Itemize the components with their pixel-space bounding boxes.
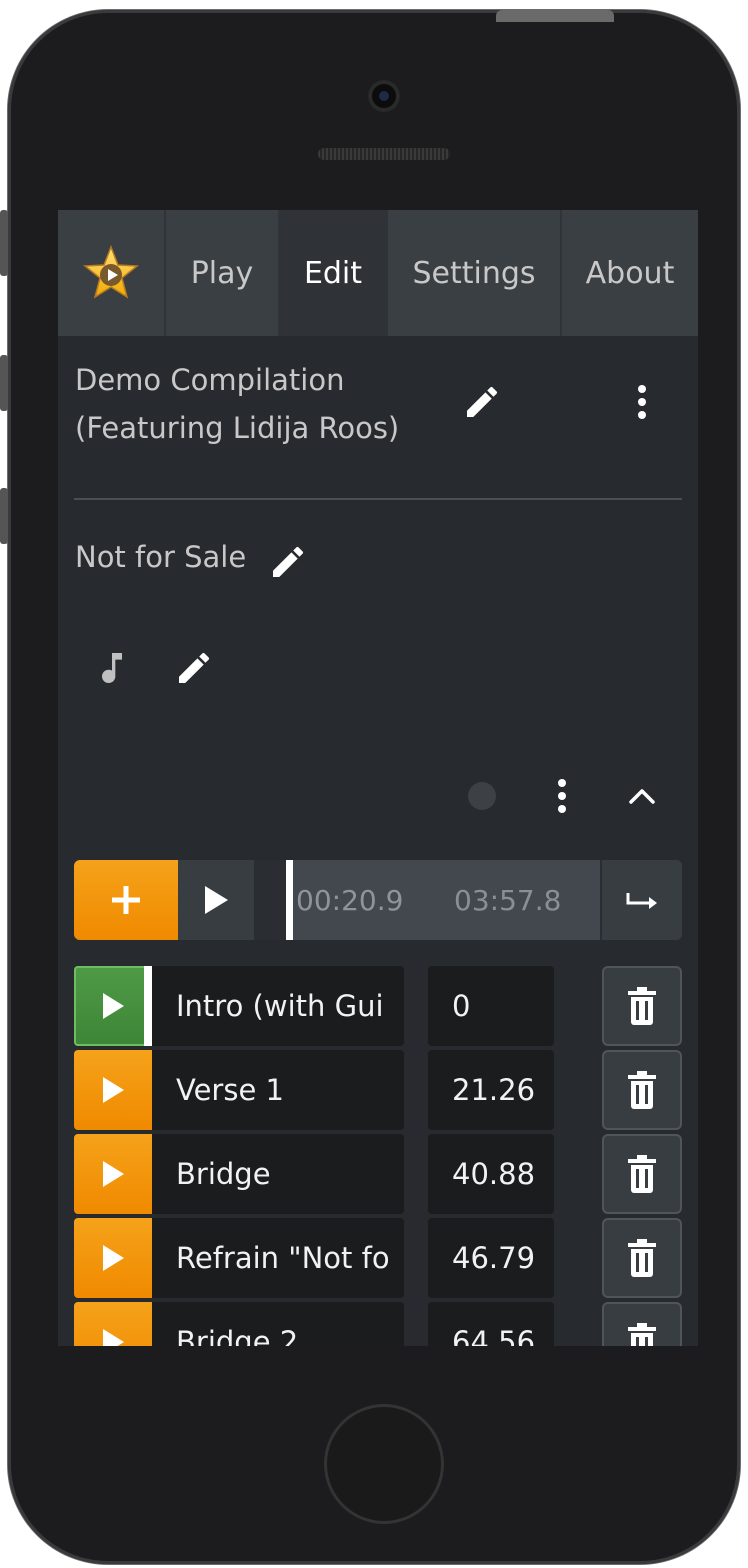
app-screen: Play Edit Settings About Demo Compilatio…: [58, 210, 698, 1346]
earpiece-speaker: [318, 148, 450, 160]
pencil-icon: [273, 546, 304, 577]
position-time: 00:20.9: [296, 884, 404, 917]
delete-cue-button[interactable]: [602, 1218, 682, 1298]
delete-cue-button[interactable]: [602, 1134, 682, 1214]
nav-settings[interactable]: Settings: [388, 210, 562, 336]
cue-time[interactable]: 40.88: [428, 1134, 554, 1214]
collapse-button[interactable]: [620, 774, 664, 818]
cue-menu-button[interactable]: [542, 774, 582, 818]
play-icon: [103, 1161, 124, 1187]
play-icon: [103, 1245, 124, 1271]
vertical-dots-icon: [558, 779, 566, 813]
return-arrow-icon: [626, 893, 657, 909]
active-cue-marker: [144, 966, 152, 1046]
progress-thumb[interactable]: [286, 860, 293, 940]
compilation-menu-button[interactable]: [618, 376, 666, 428]
trash-icon: [628, 987, 656, 1025]
cue-time[interactable]: 64.56: [428, 1302, 554, 1346]
delete-cue-button[interactable]: [602, 966, 682, 1046]
star-play-logo-icon: [82, 245, 140, 299]
front-camera: [368, 80, 400, 112]
progress-bar[interactable]: 00:20.9 03:57.8: [256, 860, 602, 940]
cue-play-button[interactable]: [74, 1302, 152, 1346]
compilation-title-line1: Demo Compilation: [75, 363, 345, 397]
trash-icon: [628, 1071, 656, 1109]
cue-row: Refrain "Not fo 46.79: [74, 1218, 682, 1298]
home-button[interactable]: [324, 1404, 444, 1524]
chevron-up-icon: [629, 789, 655, 804]
cue-time[interactable]: 21.26: [428, 1050, 554, 1130]
volume-down-button: [0, 488, 8, 544]
delete-cue-button[interactable]: [602, 1302, 682, 1346]
circle-indicator-icon: [468, 782, 496, 810]
nav-about[interactable]: About: [562, 210, 698, 336]
cue-play-button[interactable]: [74, 966, 152, 1046]
vertical-dots-icon: [638, 385, 646, 419]
trash-icon: [628, 1239, 656, 1277]
music-note-icon: [102, 653, 122, 684]
trash-icon: [628, 1155, 656, 1193]
next-cue-button[interactable]: [602, 860, 682, 940]
edit-track-title-button[interactable]: [264, 538, 312, 586]
cue-time[interactable]: 0: [428, 966, 554, 1046]
nav-edit[interactable]: Edit: [280, 210, 388, 336]
cue-play-button[interactable]: [74, 1134, 152, 1214]
edit-compilation-button[interactable]: [456, 376, 508, 428]
mute-switch: [0, 210, 8, 276]
cue-time[interactable]: 46.79: [428, 1218, 554, 1298]
compilation-title: Demo Compilation (Featuring Lidija Roos): [75, 356, 435, 452]
nav-play[interactable]: Play: [166, 210, 280, 336]
play-icon: [103, 1329, 124, 1346]
compilation-title-line2: (Featuring Lidija Roos): [75, 411, 400, 445]
cue-name[interactable]: Bridge 2: [152, 1302, 404, 1346]
plus-icon: [112, 886, 140, 914]
cue-name[interactable]: Intro (with Gui: [152, 966, 404, 1046]
navbar: Play Edit Settings About: [58, 210, 698, 336]
music-note-button[interactable]: [92, 644, 132, 692]
pencil-icon: [179, 652, 210, 683]
play-icon: [103, 1077, 124, 1103]
track-title: Not for Sale: [75, 540, 247, 574]
cue-play-button[interactable]: [74, 1218, 152, 1298]
play-button[interactable]: [178, 860, 256, 940]
delete-cue-button[interactable]: [602, 1050, 682, 1130]
progress-fill: [256, 860, 286, 940]
nav-logo[interactable]: [58, 210, 166, 336]
trash-icon: [628, 1323, 656, 1346]
edit-media-button[interactable]: [170, 644, 218, 692]
play-icon: [205, 886, 228, 914]
add-cue-button[interactable]: [74, 860, 178, 940]
cue-row: Bridge 2 64.56: [74, 1302, 682, 1346]
cue-name[interactable]: Bridge: [152, 1134, 404, 1214]
pencil-icon: [467, 386, 498, 417]
volume-up-button: [0, 355, 8, 411]
cue-play-button[interactable]: [74, 1050, 152, 1130]
play-icon: [103, 993, 124, 1019]
length-time: 03:57.8: [454, 884, 562, 917]
cue-row: Intro (with Gui 0: [74, 966, 682, 1046]
cue-name[interactable]: Verse 1: [152, 1050, 404, 1130]
power-button: [496, 10, 614, 22]
cue-row: Verse 1 21.26: [74, 1050, 682, 1130]
cue-row: Bridge 40.88: [74, 1134, 682, 1214]
divider: [74, 498, 682, 500]
transport-bar: 00:20.9 03:57.8: [74, 860, 682, 940]
cue-name[interactable]: Refrain "Not fo: [152, 1218, 404, 1298]
